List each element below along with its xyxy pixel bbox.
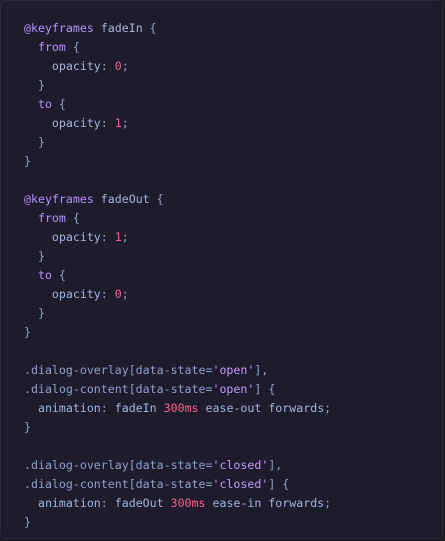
code-token: } bbox=[24, 325, 31, 339]
code-token: } bbox=[24, 78, 45, 92]
code-line: } bbox=[24, 247, 331, 266]
code-line: .dialog-overlay[data-state='closed'], bbox=[24, 456, 331, 475]
code-token: fadeOut bbox=[93, 192, 157, 206]
code-token: ; bbox=[121, 116, 129, 130]
code-token: ], bbox=[254, 363, 269, 377]
code-token: 'open' bbox=[212, 363, 255, 377]
code-token: fadeIn bbox=[114, 401, 164, 415]
code-token: ease-in forwards bbox=[205, 496, 325, 510]
code-token: ; bbox=[324, 401, 332, 415]
code-line: } bbox=[24, 513, 331, 532]
code-token: opacity bbox=[24, 287, 101, 301]
code-token: } bbox=[24, 420, 31, 434]
code-token: } bbox=[24, 249, 45, 263]
code-line: opacity: 1; bbox=[24, 114, 331, 133]
code-line: .dialog-overlay[data-state='open'], bbox=[24, 361, 331, 380]
code-token: @keyframes bbox=[24, 21, 94, 35]
code-token: } bbox=[24, 306, 45, 320]
code-token: fadeIn bbox=[93, 21, 150, 35]
code-token: .dialog-content[data-state= bbox=[24, 382, 213, 396]
code-line: from { bbox=[24, 38, 331, 57]
code-token: { bbox=[65, 211, 80, 225]
code-line: from { bbox=[24, 209, 331, 228]
code-token: to bbox=[24, 268, 52, 282]
code-token: from bbox=[24, 40, 66, 54]
code-token: } bbox=[24, 154, 31, 168]
code-token: : bbox=[100, 230, 115, 244]
code-token: animation bbox=[24, 496, 101, 510]
code-token: ] { bbox=[254, 382, 276, 396]
code-block-panel: @keyframes fadeIn { from { opacity: 0; }… bbox=[0, 0, 443, 539]
code-token: ; bbox=[121, 230, 129, 244]
code-token: 300ms bbox=[163, 401, 199, 415]
code-line: .dialog-content[data-state='open'] { bbox=[24, 380, 331, 399]
code-line: } bbox=[24, 152, 331, 171]
code-line: opacity: 0; bbox=[24, 57, 331, 76]
code-token: ease-out forwards bbox=[198, 401, 325, 415]
code-line: } bbox=[24, 133, 331, 152]
code-line: opacity: 1; bbox=[24, 228, 331, 247]
code-line: animation: fadeOut 300ms ease-in forward… bbox=[24, 494, 331, 513]
code-token: ] { bbox=[268, 477, 290, 491]
code-token: fadeOut bbox=[114, 496, 171, 510]
code-line: opacity: 0; bbox=[24, 285, 331, 304]
code-token: ; bbox=[121, 59, 129, 73]
code-line: to { bbox=[24, 266, 331, 285]
code-token: @keyframes bbox=[24, 192, 94, 206]
code-token: ], bbox=[268, 458, 283, 472]
code-token: { bbox=[156, 192, 164, 206]
code-token: .dialog-overlay[data-state= bbox=[24, 363, 213, 377]
code-token: { bbox=[51, 97, 66, 111]
code-token: : bbox=[100, 59, 115, 73]
code-token: ; bbox=[324, 496, 332, 510]
code-token: 300ms bbox=[170, 496, 206, 510]
code-token: : bbox=[100, 401, 115, 415]
code-block: @keyframes fadeIn { from { opacity: 0; }… bbox=[24, 19, 331, 532]
code-token: : bbox=[100, 116, 115, 130]
code-token: { bbox=[149, 21, 157, 35]
code-line: @keyframes fadeIn { bbox=[24, 19, 331, 38]
code-token: opacity bbox=[24, 230, 101, 244]
code-token: } bbox=[24, 135, 45, 149]
code-token: from bbox=[24, 211, 66, 225]
code-token: 'closed' bbox=[212, 458, 269, 472]
code-token: : bbox=[100, 496, 115, 510]
code-token: { bbox=[51, 268, 66, 282]
code-token: 0 bbox=[114, 287, 122, 301]
code-token: ; bbox=[121, 287, 129, 301]
code-line: } bbox=[24, 418, 331, 437]
code-token: 1 bbox=[114, 116, 122, 130]
code-token: 1 bbox=[114, 230, 122, 244]
code-token: opacity bbox=[24, 59, 101, 73]
code-token: 'open' bbox=[212, 382, 255, 396]
code-token: 0 bbox=[114, 59, 122, 73]
code-line: @keyframes fadeOut { bbox=[24, 190, 331, 209]
code-line: } bbox=[24, 76, 331, 95]
code-line: .dialog-content[data-state='closed'] { bbox=[24, 475, 331, 494]
code-line: to { bbox=[24, 95, 331, 114]
code-token: { bbox=[65, 40, 80, 54]
code-token: to bbox=[24, 97, 52, 111]
code-line: animation: fadeIn 300ms ease-out forward… bbox=[24, 399, 331, 418]
code-token: .dialog-overlay[data-state= bbox=[24, 458, 213, 472]
code-token: animation bbox=[24, 401, 101, 415]
code-token: : bbox=[100, 287, 115, 301]
code-line: } bbox=[24, 304, 331, 323]
code-token: } bbox=[24, 515, 31, 529]
code-token: 'closed' bbox=[212, 477, 269, 491]
code-token: .dialog-content[data-state= bbox=[24, 477, 213, 491]
code-token: opacity bbox=[24, 116, 101, 130]
code-line: } bbox=[24, 323, 331, 342]
